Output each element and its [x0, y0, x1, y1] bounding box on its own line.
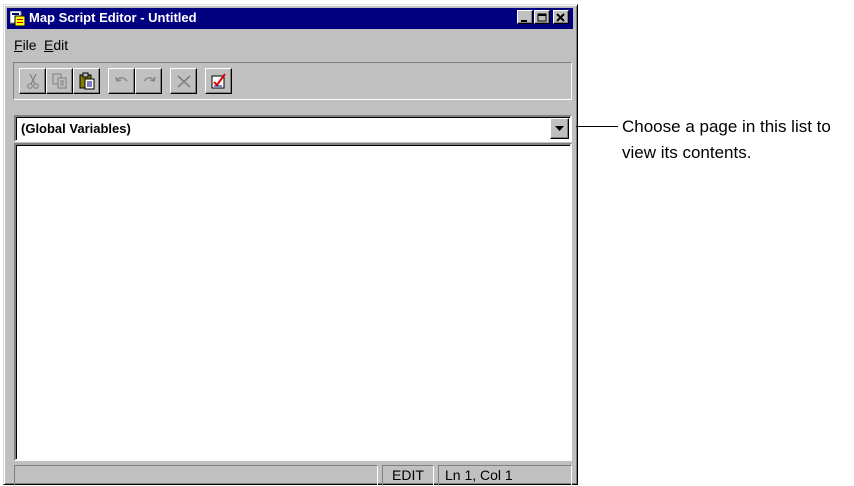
close-button[interactable] [553, 10, 569, 24]
maximize-icon [537, 13, 547, 22]
close-icon [556, 13, 565, 22]
paste-button[interactable] [73, 68, 100, 94]
redo-icon [143, 76, 156, 82]
cut-button[interactable] [19, 68, 46, 94]
minimize-button[interactable] [517, 10, 533, 24]
copy-icon [52, 73, 67, 89]
page-selector-arrow-button[interactable] [550, 118, 569, 139]
menu-file[interactable]: File [14, 37, 37, 53]
toolbar [13, 62, 572, 100]
callout-leader-line [576, 126, 618, 127]
status-message [14, 465, 378, 486]
check-syntax-icon [211, 73, 226, 89]
redo-button[interactable] [135, 68, 162, 94]
delete-icon [177, 75, 191, 88]
cut-icon [27, 73, 39, 89]
status-cursor-position: Ln 1, Col 1 [438, 465, 572, 486]
map-script-editor-window: Map Script Editor - Untitled File Edit (… [3, 4, 578, 486]
delete-button[interactable] [170, 68, 197, 94]
page-selector-dropdown[interactable]: (Global Variables) [14, 115, 572, 142]
page-selector-value: (Global Variables) [21, 121, 131, 136]
copy-button[interactable] [46, 68, 73, 94]
chevron-down-icon [555, 126, 564, 131]
undo-icon [115, 76, 128, 82]
menu-edit[interactable]: Edit [44, 37, 68, 53]
undo-button[interactable] [108, 68, 135, 94]
menu-file-mnemonic: F [14, 37, 23, 53]
menu-edit-label: dit [53, 37, 69, 53]
window-title: Map Script Editor - Untitled [29, 10, 197, 25]
menu-edit-mnemonic: E [44, 37, 54, 53]
check-syntax-button[interactable] [205, 68, 232, 94]
title-bar[interactable]: Map Script Editor - Untitled [7, 8, 573, 29]
minimize-icon [521, 20, 527, 22]
status-mode: EDIT [382, 465, 434, 486]
paste-icon [79, 72, 95, 90]
map-script-app-icon [10, 11, 25, 26]
maximize-button[interactable] [534, 10, 550, 24]
callout-text: Choose a page in this list to view its c… [622, 117, 831, 162]
menu-file-label: ile [22, 37, 37, 53]
script-editor-textarea[interactable] [14, 143, 572, 461]
